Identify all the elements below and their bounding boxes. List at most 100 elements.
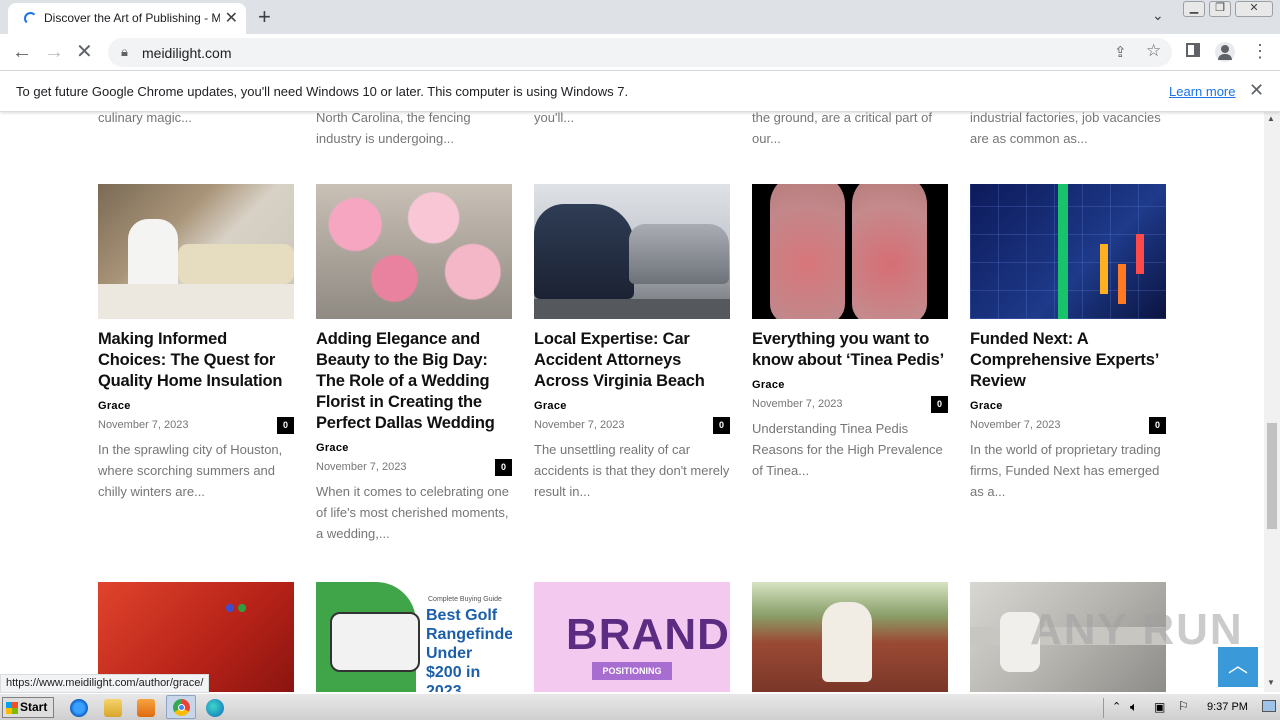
comment-count-badge[interactable]: 0 xyxy=(1149,417,1166,434)
article-meta: November 7, 2023 0 xyxy=(970,415,1166,435)
browser-toolbar: ← → ✕ 🔒︎ meidilight.com ⇪ ☆ ⋮ xyxy=(0,34,1280,71)
golf-image-text: Best Golf Rangefinde Under $200 in 2023 xyxy=(426,607,512,692)
volume-icon[interactable]: 🔈︎ xyxy=(1130,699,1138,715)
address-bar[interactable]: 🔒︎ meidilight.com ⇪ ☆ xyxy=(108,38,1172,67)
article-thumbnail-feet[interactable] xyxy=(752,184,948,319)
network-icon[interactable]: ▣ xyxy=(1154,700,1165,714)
article-excerpt: Understanding Tinea Pedis Reasons for th… xyxy=(752,421,943,478)
bookmark-star-icon[interactable]: ☆ xyxy=(1146,41,1161,61)
article-thumbnail-golf[interactable]: Complete Buying Guide Best Golf Rangefin… xyxy=(316,582,512,692)
article-thumbnail-person[interactable] xyxy=(752,582,948,692)
start-label: Start xyxy=(20,700,48,714)
article-thumbnail-trading-chart[interactable] xyxy=(970,184,1166,319)
infobar-close-icon[interactable]: ✕ xyxy=(1249,80,1264,101)
article-meta: November 7, 2023 0 xyxy=(752,394,948,414)
stop-loading-icon[interactable]: ✕ xyxy=(76,40,93,64)
windows-logo-icon xyxy=(6,702,18,714)
anyrun-watermark: ANY RUN xyxy=(1030,605,1244,654)
update-infobar: To get future Google Chrome updates, you… xyxy=(0,71,1280,112)
loading-spinner-icon xyxy=(24,12,37,25)
article-date: November 7, 2023 xyxy=(98,419,189,431)
article-author[interactable]: Grace xyxy=(98,400,294,412)
article-title[interactable]: Funded Next: A Comprehensive Experts’ Re… xyxy=(970,329,1166,392)
page-scrollbar[interactable]: ▲ ▼ xyxy=(1264,112,1280,692)
article-excerpt: In the sprawling city of Houston, where … xyxy=(98,442,283,499)
brand-ribbon-text: POSITIONING xyxy=(592,662,672,680)
browser-tab[interactable]: Discover the Art of Publishing - Meidili… xyxy=(8,3,246,34)
article-date: November 7, 2023 xyxy=(316,461,407,473)
article-author[interactable]: Grace xyxy=(970,400,1166,412)
system-tray: ⌃ 🔈︎ ▣ ⚐ xyxy=(1103,698,1279,718)
url-text[interactable]: meidilight.com xyxy=(142,45,231,61)
brand-image-text: BRAND xyxy=(566,610,730,659)
minimize-button[interactable]: ▁ xyxy=(1183,1,1205,17)
article-author[interactable]: Grace xyxy=(316,442,512,454)
article-meta: November 7, 2023 0 xyxy=(316,457,512,477)
golf-guide-header: Complete Buying Guide xyxy=(428,596,502,603)
side-panel-icon[interactable] xyxy=(1186,43,1200,57)
tab-strip: Discover the Art of Publishing - Meidili… xyxy=(0,0,1280,34)
article-meta: November 7, 2023 0 xyxy=(98,415,294,435)
article-date: November 7, 2023 xyxy=(970,419,1061,431)
show-desktop-icon[interactable] xyxy=(1262,700,1276,712)
learn-more-link[interactable]: Learn more xyxy=(1169,84,1235,99)
prev-row-excerpt: the ground, are a critical part of our..… xyxy=(752,112,932,146)
tab-search-icon[interactable]: ⌄ xyxy=(1152,7,1164,24)
article-card: Making Informed Choices: The Quest for Q… xyxy=(98,184,294,502)
new-tab-button[interactable]: + xyxy=(258,4,271,30)
scroll-up-arrow-icon[interactable]: ▲ xyxy=(1267,114,1275,123)
window-close-button[interactable]: ✕ xyxy=(1235,1,1273,17)
article-excerpt: When it comes to celebrating one of life… xyxy=(316,484,509,541)
back-to-top-button[interactable]: ︿ xyxy=(1218,647,1258,687)
article-date: November 7, 2023 xyxy=(752,398,843,410)
forward-arrow-icon[interactable]: → xyxy=(44,40,64,64)
back-arrow-icon[interactable]: ← xyxy=(12,40,32,64)
start-button[interactable]: Start xyxy=(2,697,54,718)
action-center-flag-icon[interactable]: ⚐ xyxy=(1178,699,1189,713)
file-explorer-icon[interactable] xyxy=(104,699,122,717)
article-author[interactable]: Grace xyxy=(534,400,730,412)
article-thumbnail-florist[interactable] xyxy=(316,184,512,319)
article-card: Local Expertise: Car Accident Attorneys … xyxy=(534,184,730,502)
article-card: Funded Next: A Comprehensive Experts’ Re… xyxy=(970,184,1166,502)
link-status-bubble: https://www.meidilight.com/author/grace/ xyxy=(0,674,210,693)
share-icon[interactable]: ⇪ xyxy=(1114,43,1127,61)
article-card: Adding Elegance and Beauty to the Big Da… xyxy=(316,184,512,544)
article-title[interactable]: Making Informed Choices: The Quest for Q… xyxy=(98,329,294,392)
comment-count-badge[interactable]: 0 xyxy=(931,396,948,413)
scrollbar-thumb[interactable] xyxy=(1267,423,1277,529)
article-author[interactable]: Grace xyxy=(752,379,948,391)
infobar-message: To get future Google Chrome updates, you… xyxy=(16,84,629,99)
article-excerpt: In the world of proprietary trading firm… xyxy=(970,442,1161,499)
internet-explorer-icon[interactable] xyxy=(70,699,88,717)
article-title[interactable]: Adding Elegance and Beauty to the Big Da… xyxy=(316,329,512,434)
windows-taskbar: Start ⌃ 🔈︎ ▣ ⚐ 9:37 PM xyxy=(0,693,1280,720)
prev-row-excerpt: North Carolina, the fencing industry is … xyxy=(316,112,471,146)
article-thumbnail-car-accident[interactable] xyxy=(534,184,730,319)
prev-row-excerpt: you'll... xyxy=(534,112,575,125)
article-card: Everything you want to know about ‘Tinea… xyxy=(752,184,948,481)
prev-row-excerpt: industrial factories, job vacancies are … xyxy=(970,112,1161,146)
prev-row-excerpt: culinary magic... xyxy=(98,112,192,125)
lock-icon[interactable]: 🔒︎ xyxy=(121,44,128,60)
comment-count-badge[interactable]: 0 xyxy=(495,459,512,476)
tab-close-icon[interactable]: ✕ xyxy=(225,8,238,28)
article-thumbnail-insulation[interactable] xyxy=(98,184,294,319)
article-meta: November 7, 2023 0 xyxy=(534,415,730,435)
comment-count-badge[interactable]: 0 xyxy=(713,417,730,434)
media-player-icon[interactable] xyxy=(137,699,155,717)
scroll-down-arrow-icon[interactable]: ▼ xyxy=(1267,678,1275,687)
article-title[interactable]: Local Expertise: Car Accident Attorneys … xyxy=(534,329,730,392)
restore-button[interactable]: ❐ xyxy=(1209,1,1231,17)
menu-kebab-icon[interactable]: ⋮ xyxy=(1251,39,1269,63)
edge-browser-icon[interactable] xyxy=(206,699,224,717)
article-title[interactable]: Everything you want to know about ‘Tinea… xyxy=(752,329,948,371)
profile-avatar-icon[interactable] xyxy=(1215,42,1235,62)
article-thumbnail-brand[interactable]: BRAND POSITIONING xyxy=(534,582,730,692)
taskbar-clock[interactable]: 9:37 PM xyxy=(1207,701,1248,713)
comment-count-badge[interactable]: 0 xyxy=(277,417,294,434)
article-date: November 7, 2023 xyxy=(534,419,625,431)
tab-title: Discover the Art of Publishing - Meidili… xyxy=(44,11,220,25)
chrome-taskbar-button[interactable] xyxy=(166,695,196,719)
tray-expand-icon[interactable]: ⌃ xyxy=(1112,700,1121,713)
